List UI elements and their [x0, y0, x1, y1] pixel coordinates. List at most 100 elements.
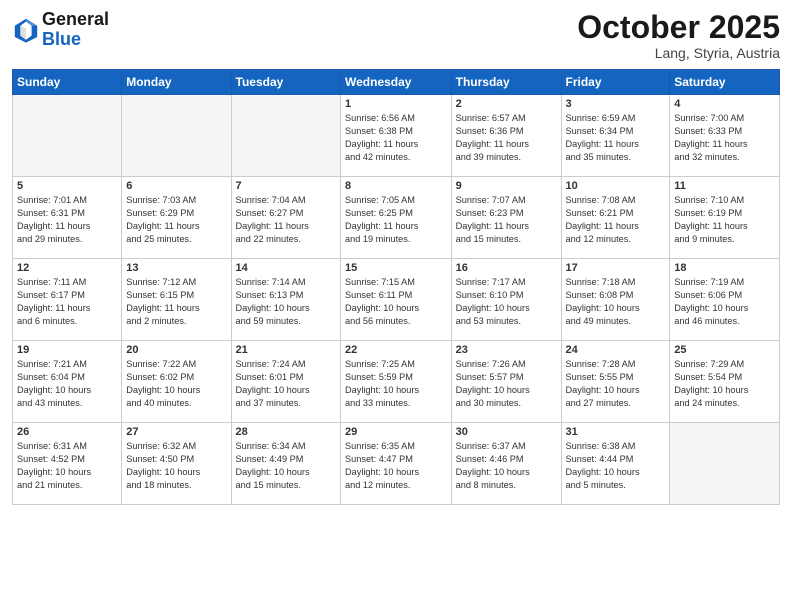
- calendar-cell: 9Sunrise: 7:07 AMSunset: 6:23 PMDaylight…: [451, 177, 561, 259]
- day-number: 26: [17, 426, 117, 438]
- day-number: 15: [345, 262, 447, 274]
- day-info: Sunrise: 6:38 AMSunset: 4:44 PMDaylight:…: [566, 440, 666, 492]
- calendar-cell: 4Sunrise: 7:00 AMSunset: 6:33 PMDaylight…: [670, 95, 780, 177]
- day-number: 27: [126, 426, 226, 438]
- day-info: Sunrise: 6:31 AMSunset: 4:52 PMDaylight:…: [17, 440, 117, 492]
- calendar-cell: 8 Sunrise: 7:05 AMSunset: 6:25 PMDaylight…: [341, 177, 452, 259]
- day-number: 7: [236, 180, 336, 192]
- header-tuesday: Tuesday: [231, 70, 340, 95]
- week-row-0: 1Sunrise: 6:56 AMSunset: 6:38 PMDaylight…: [13, 95, 780, 177]
- day-number: 29: [345, 426, 447, 438]
- day-info: Sunrise: 7:22 AMSunset: 6:02 PMDaylight:…: [126, 358, 226, 410]
- header-friday: Friday: [561, 70, 670, 95]
- calendar-cell: 13 Sunrise: 7:12 AMSunset: 6:15 PMDayligh…: [122, 259, 231, 341]
- day-number: 5: [17, 180, 117, 192]
- day-info: Sunrise: 7:04 AMSunset: 6:27 PMDaylight:…: [236, 194, 336, 246]
- day-number: 16: [456, 262, 557, 274]
- day-number: 2: [456, 98, 557, 110]
- calendar-cell: 25 Sunrise: 7:29 AMSunset: 5:54 PMDayligh…: [670, 341, 780, 423]
- calendar-cell: 30 Sunrise: 6:37 AMSunset: 4:46 PMDayligh…: [451, 423, 561, 505]
- day-info: Sunrise: 7:01 AMSunset: 6:31 PMDaylight:…: [17, 194, 117, 246]
- logo-general: General: [42, 10, 109, 30]
- day-info: Sunrise: 7:28 AMSunset: 5:55 PMDaylight:…: [566, 358, 666, 410]
- calendar-cell: [231, 95, 340, 177]
- calendar-cell: 17 Sunrise: 7:18 AMSunset: 6:08 PMDayligh…: [561, 259, 670, 341]
- day-info: Sunrise: 7:05 AMSunset: 6:25 PMDaylight:…: [345, 194, 447, 246]
- day-info: Sunrise: 7:07 AMSunset: 6:23 PMDaylight:…: [456, 194, 557, 246]
- day-info: Sunrise: 7:18 AMSunset: 6:08 PMDaylight:…: [566, 276, 666, 328]
- day-info: Sunrise: 7:29 AMSunset: 5:54 PMDaylight:…: [674, 358, 775, 410]
- header-sunday: Sunday: [13, 70, 122, 95]
- day-number: 17: [566, 262, 666, 274]
- calendar-cell: 16 Sunrise: 7:17 AMSunset: 6:10 PMDayligh…: [451, 259, 561, 341]
- day-number: 22: [345, 344, 447, 356]
- day-number: 20: [126, 344, 226, 356]
- day-info: Sunrise: 7:00 AMSunset: 6:33 PMDaylight:…: [674, 112, 775, 164]
- calendar-cell: 12Sunrise: 7:11 AMSunset: 6:17 PMDayligh…: [13, 259, 122, 341]
- calendar-cell: 7 Sunrise: 7:04 AMSunset: 6:27 PMDaylight…: [231, 177, 340, 259]
- calendar-cell: 20 Sunrise: 7:22 AMSunset: 6:02 PMDayligh…: [122, 341, 231, 423]
- header-monday: Monday: [122, 70, 231, 95]
- day-number: 14: [236, 262, 336, 274]
- calendar-cell: 28 Sunrise: 6:34 AMSunset: 4:49 PMDayligh…: [231, 423, 340, 505]
- week-row-2: 12Sunrise: 7:11 AMSunset: 6:17 PMDayligh…: [13, 259, 780, 341]
- calendar-cell: 15 Sunrise: 7:15 AMSunset: 6:11 PMDayligh…: [341, 259, 452, 341]
- day-number: 25: [674, 344, 775, 356]
- calendar-cell: 5 Sunrise: 7:01 AMSunset: 6:31 PMDaylight…: [13, 177, 122, 259]
- calendar-cell: 19Sunrise: 7:21 AMSunset: 6:04 PMDayligh…: [13, 341, 122, 423]
- location: Lang, Styria, Austria: [577, 45, 780, 61]
- logo-blue: Blue: [42, 30, 109, 50]
- header: General Blue October 2025 Lang, Styria, …: [12, 10, 780, 61]
- day-info: Sunrise: 7:12 AMSunset: 6:15 PMDaylight:…: [126, 276, 226, 328]
- header-saturday: Saturday: [670, 70, 780, 95]
- calendar-table: Sunday Monday Tuesday Wednesday Thursday…: [12, 69, 780, 505]
- day-info: Sunrise: 7:25 AMSunset: 5:59 PMDaylight:…: [345, 358, 447, 410]
- day-number: 18: [674, 262, 775, 274]
- day-number: 24: [566, 344, 666, 356]
- calendar-cell: [670, 423, 780, 505]
- day-info: Sunrise: 7:11 AMSunset: 6:17 PMDaylight:…: [17, 276, 117, 328]
- day-number: 8: [345, 180, 447, 192]
- calendar-cell: 1Sunrise: 6:56 AMSunset: 6:38 PMDaylight…: [341, 95, 452, 177]
- day-number: 6: [126, 180, 226, 192]
- day-number: 13: [126, 262, 226, 274]
- month-title: October 2025: [577, 10, 780, 45]
- day-info: Sunrise: 7:17 AMSunset: 6:10 PMDaylight:…: [456, 276, 557, 328]
- header-wednesday: Wednesday: [341, 70, 452, 95]
- day-info: Sunrise: 7:24 AMSunset: 6:01 PMDaylight:…: [236, 358, 336, 410]
- calendar-cell: 14 Sunrise: 7:14 AMSunset: 6:13 PMDayligh…: [231, 259, 340, 341]
- calendar-cell: 29 Sunrise: 6:35 AMSunset: 4:47 PMDayligh…: [341, 423, 452, 505]
- day-info: Sunrise: 7:26 AMSunset: 5:57 PMDaylight:…: [456, 358, 557, 410]
- calendar-cell: 23Sunrise: 7:26 AMSunset: 5:57 PMDayligh…: [451, 341, 561, 423]
- header-thursday: Thursday: [451, 70, 561, 95]
- day-number: 31: [566, 426, 666, 438]
- day-info: Sunrise: 6:37 AMSunset: 4:46 PMDaylight:…: [456, 440, 557, 492]
- logo-icon: [12, 16, 40, 44]
- day-info: Sunrise: 7:19 AMSunset: 6:06 PMDaylight:…: [674, 276, 775, 328]
- calendar-cell: 6 Sunrise: 7:03 AMSunset: 6:29 PMDaylight…: [122, 177, 231, 259]
- day-info: Sunrise: 6:59 AMSunset: 6:34 PMDaylight:…: [566, 112, 666, 164]
- calendar-cell: 31 Sunrise: 6:38 AMSunset: 4:44 PMDayligh…: [561, 423, 670, 505]
- calendar-cell: 11 Sunrise: 7:10 AMSunset: 6:19 PMDayligh…: [670, 177, 780, 259]
- day-info: Sunrise: 7:10 AMSunset: 6:19 PMDaylight:…: [674, 194, 775, 246]
- day-info: Sunrise: 7:14 AMSunset: 6:13 PMDaylight:…: [236, 276, 336, 328]
- calendar-cell: 2Sunrise: 6:57 AMSunset: 6:36 PMDaylight…: [451, 95, 561, 177]
- calendar-container: General Blue October 2025 Lang, Styria, …: [0, 0, 792, 612]
- day-info: Sunrise: 7:15 AMSunset: 6:11 PMDaylight:…: [345, 276, 447, 328]
- day-info: Sunrise: 6:34 AMSunset: 4:49 PMDaylight:…: [236, 440, 336, 492]
- day-info: Sunrise: 7:08 AMSunset: 6:21 PMDaylight:…: [566, 194, 666, 246]
- week-row-1: 5 Sunrise: 7:01 AMSunset: 6:31 PMDaylight…: [13, 177, 780, 259]
- day-number: 30: [456, 426, 557, 438]
- day-info: Sunrise: 7:03 AMSunset: 6:29 PMDaylight:…: [126, 194, 226, 246]
- day-info: Sunrise: 6:35 AMSunset: 4:47 PMDaylight:…: [345, 440, 447, 492]
- calendar-cell: 18 Sunrise: 7:19 AMSunset: 6:06 PMDayligh…: [670, 259, 780, 341]
- day-number: 3: [566, 98, 666, 110]
- day-number: 28: [236, 426, 336, 438]
- logo-text: General Blue: [42, 10, 109, 50]
- calendar-cell: [122, 95, 231, 177]
- calendar-cell: 22 Sunrise: 7:25 AMSunset: 5:59 PMDayligh…: [341, 341, 452, 423]
- logo: General Blue: [12, 10, 109, 50]
- day-number: 11: [674, 180, 775, 192]
- calendar-cell: [13, 95, 122, 177]
- calendar-cell: 26 Sunrise: 6:31 AMSunset: 4:52 PMDayligh…: [13, 423, 122, 505]
